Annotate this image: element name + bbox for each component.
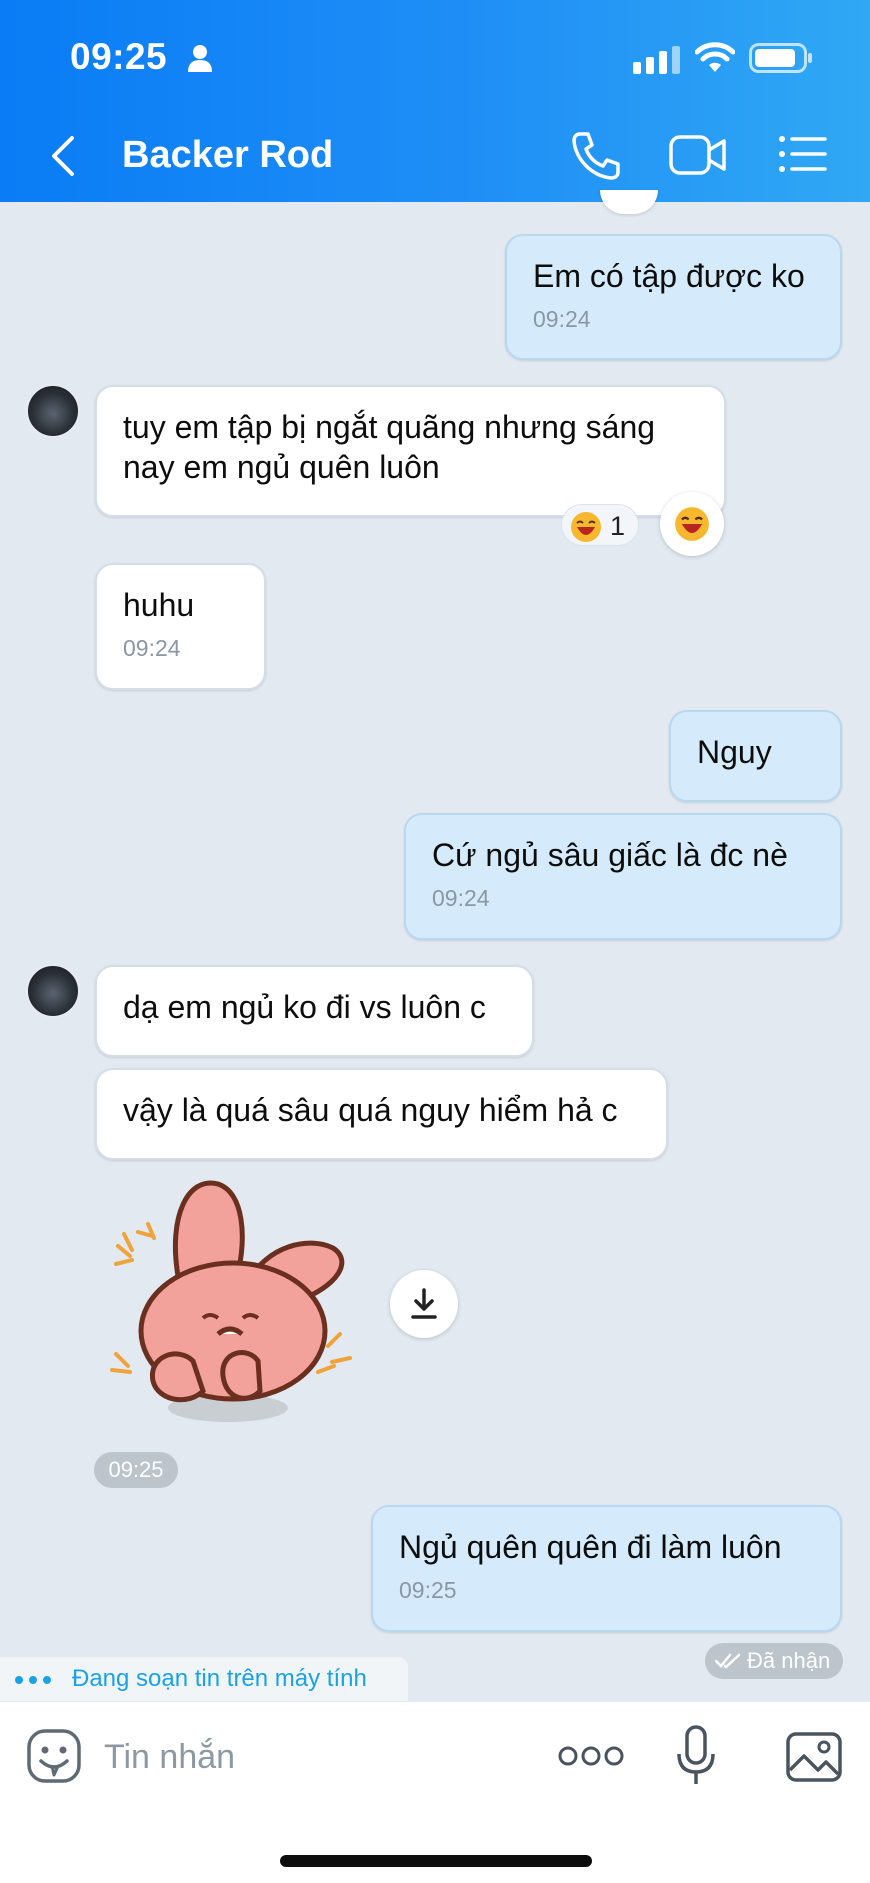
call-icon[interactable] — [570, 130, 622, 182]
pink-rabbit-sticker[interactable] — [108, 1176, 372, 1430]
message-bubble-outgoing[interactable]: Em có tập được ko 09:24 — [505, 234, 842, 360]
reaction-count: 1 — [610, 511, 626, 541]
reaction-summary[interactable]: 1 — [561, 504, 639, 546]
mic-icon[interactable] — [676, 1724, 716, 1788]
contact-name[interactable]: Backer Rod — [122, 134, 333, 177]
message-text: Ngủ quên quên đi làm luôn — [399, 1529, 782, 1565]
message-text: tuy em tập bị ngắt quãng nhưng sáng nay … — [123, 409, 656, 485]
video-call-icon[interactable] — [668, 132, 728, 178]
status-bar-time: 09:25 — [70, 36, 168, 77]
add-reaction-button[interactable] — [660, 492, 724, 556]
laughing-face-icon — [571, 512, 601, 542]
menu-icon[interactable] — [778, 134, 828, 174]
typing-dots-icon — [15, 1676, 51, 1684]
image-icon[interactable] — [786, 1732, 842, 1782]
message-bubble-incoming[interactable]: huhu 09:24 — [95, 563, 266, 690]
contact-avatar[interactable] — [26, 384, 80, 438]
emoji-icon[interactable] — [26, 1728, 82, 1784]
message-text: huhu — [123, 587, 195, 623]
message-bubble-incoming[interactable]: dạ em ngủ ko đi vs luôn c — [95, 965, 534, 1057]
message-bubble-outgoing[interactable]: Ngủ quên quên đi làm luôn 09:25 — [371, 1505, 842, 1632]
message-bubble-outgoing[interactable]: Cứ ngủ sâu giấc là đc nè 09:24 — [404, 813, 842, 940]
message-bubble-outgoing[interactable]: Nguy — [669, 710, 842, 802]
more-icon[interactable] — [558, 1744, 624, 1768]
received-status-text: Đã nhận — [747, 1648, 831, 1673]
message-time: 09:24 — [533, 306, 591, 332]
message-text: dạ em ngủ ko đi vs luôn c — [123, 989, 486, 1025]
message-text: Cứ ngủ sâu giấc là đc nè — [432, 837, 788, 873]
sticker-time: 09:25 — [94, 1452, 178, 1488]
message-time: 09:24 — [432, 885, 490, 911]
battery-icon — [749, 43, 812, 73]
message-time: 09:24 — [123, 635, 181, 661]
message-text: Em có tập được ko — [533, 258, 805, 294]
download-button[interactable] — [390, 1270, 458, 1338]
wifi-icon — [695, 42, 735, 72]
previous-reaction-button[interactable] — [600, 190, 658, 214]
typing-indicator: Đang soạn tin trên máy tính — [0, 1657, 408, 1701]
home-indicator[interactable] — [280, 1855, 592, 1867]
message-input[interactable] — [104, 1730, 524, 1784]
message-text: vậy là quá sâu quá nguy hiểm hả c — [123, 1092, 618, 1128]
signal-icon — [633, 46, 680, 74]
message-text: Nguy — [697, 734, 772, 770]
person-icon — [188, 45, 212, 72]
message-time: 09:25 — [399, 1577, 457, 1603]
download-icon — [411, 1288, 437, 1319]
double-check-icon — [715, 1653, 741, 1669]
chat-header: 09:25 Backer Rod — [0, 0, 870, 202]
contact-avatar[interactable] — [26, 964, 80, 1018]
back-icon[interactable] — [46, 134, 82, 178]
laughing-face-icon — [675, 507, 709, 541]
typing-indicator-text: Đang soạn tin trên máy tính — [72, 1665, 367, 1692]
message-bubble-incoming[interactable]: vậy là quá sâu quá nguy hiểm hả c — [95, 1068, 668, 1160]
received-status-badge: Đã nhận — [705, 1643, 843, 1679]
message-bubble-incoming[interactable]: tuy em tập bị ngắt quãng nhưng sáng nay … — [95, 385, 726, 517]
